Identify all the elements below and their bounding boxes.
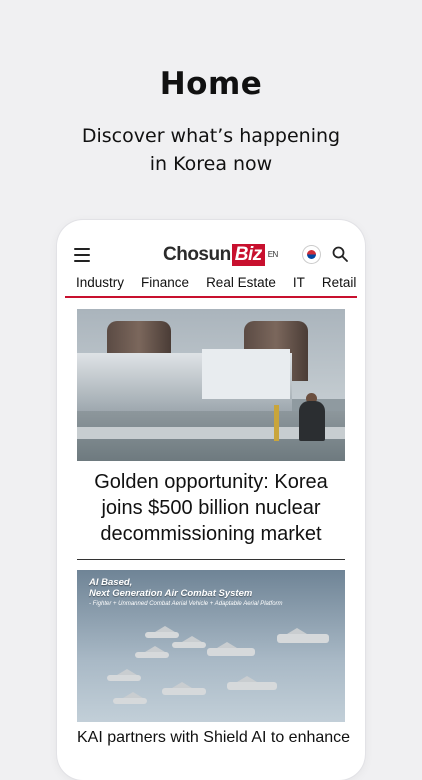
- image-caption-line3: - Fighter + Unmanned Combat Aerial Vehic…: [89, 601, 283, 607]
- article-image[interactable]: [77, 309, 345, 461]
- article-card[interactable]: AI Based, Next Generation Air Combat Sys…: [77, 570, 350, 748]
- logo-text: Chosun: [163, 244, 231, 265]
- hero-title: Home: [159, 66, 263, 102]
- article-headline[interactable]: Golden opportunity: Korea joins $500 bil…: [77, 469, 345, 547]
- hero-subtitle-line2: in Korea now: [149, 153, 273, 175]
- korea-flag-icon[interactable]: [303, 246, 320, 263]
- category-tabs: Industry Finance Real Estate IT Retail: [65, 268, 357, 298]
- tab-finance[interactable]: Finance: [130, 275, 195, 290]
- image-caption: AI Based, Next Generation Air Combat Sys…: [89, 577, 252, 599]
- image-caption-line2: Next Generation Air Combat System: [89, 588, 253, 599]
- hero-subtitle-line1: Discover what’s happening: [81, 125, 341, 147]
- hero-subtitle: Discover what’s happening in Korea now: [40, 122, 382, 178]
- article-image[interactable]: AI Based, Next Generation Air Combat Sys…: [77, 570, 345, 722]
- article-card[interactable]: Golden opportunity: Korea joins $500 bil…: [77, 309, 345, 560]
- image-caption-line1: AI Based,: [89, 577, 133, 588]
- tab-real-estate[interactable]: Real Estate: [195, 275, 282, 290]
- tab-retail[interactable]: Retail: [311, 275, 363, 290]
- search-icon[interactable]: [332, 246, 348, 262]
- tab-industry[interactable]: Industry: [65, 275, 130, 290]
- logo-lang: EN: [267, 250, 279, 260]
- logo[interactable]: Chosun Biz EN: [163, 244, 278, 266]
- tab-it[interactable]: IT: [282, 275, 311, 290]
- divider: [77, 559, 345, 560]
- menu-icon[interactable]: [74, 248, 90, 262]
- phone-frame: Chosun Biz EN Industry Finance Real Estate…: [57, 220, 365, 780]
- logo-badge: Biz: [231, 244, 265, 266]
- article-headline[interactable]: KAI partners with Shield AI to enhance: [77, 728, 350, 748]
